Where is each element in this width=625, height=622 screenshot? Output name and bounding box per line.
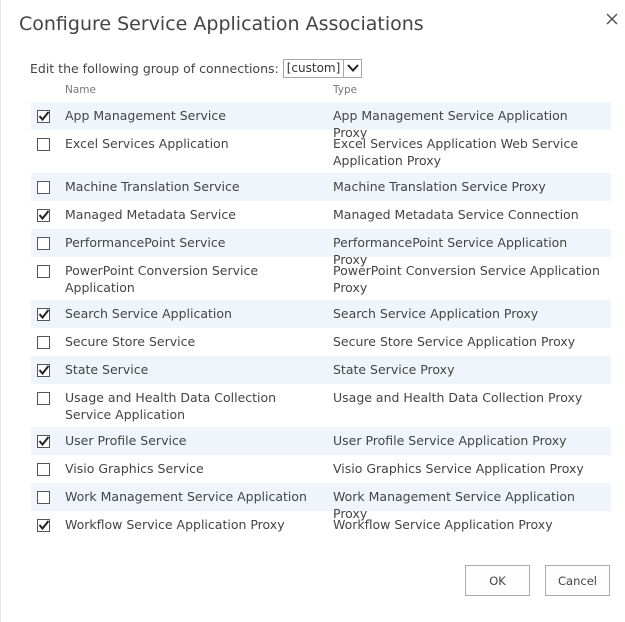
dialog-title: Configure Service Application Associatio… — [19, 13, 424, 35]
associations-list: App Management Service App Management Ser… — [31, 102, 611, 539]
association-name: Secure Store Service — [65, 334, 196, 349]
association-checkbox[interactable] — [37, 392, 50, 405]
checkmark-icon — [38, 309, 50, 320]
association-checkbox[interactable] — [37, 336, 50, 349]
association-name: Usage and Health Data Collection Service… — [65, 390, 277, 422]
association-name: Machine Translation Service — [65, 179, 240, 194]
association-checkbox[interactable] — [37, 138, 50, 151]
association-checkbox[interactable] — [37, 308, 50, 321]
association-row: PowerPoint Conversion Service Applicatio… — [31, 257, 611, 300]
association-checkbox[interactable] — [37, 463, 50, 476]
connection-group-select[interactable]: [custom] — [282, 58, 363, 78]
association-name: Work Management Service Application — [65, 489, 307, 504]
association-row: Workflow Service Application Proxy Workfl… — [31, 511, 611, 539]
association-name: User Profile Service — [65, 433, 187, 448]
association-type: State Service Proxy — [333, 362, 455, 377]
association-row: Search Service Application Search Service… — [31, 300, 611, 328]
association-name: PerformancePoint Service — [65, 235, 226, 250]
connection-group-row: Edit the following group of connections:… — [30, 57, 363, 79]
association-type: Machine Translation Service Proxy — [333, 179, 546, 194]
association-name: Excel Services Application — [65, 136, 229, 151]
association-type: PowerPoint Conversion Service Applicatio… — [333, 263, 600, 295]
checkmark-icon — [38, 111, 50, 122]
association-row: Secure Store Service Secure Store Service… — [31, 328, 611, 356]
association-name: Visio Graphics Service — [65, 461, 204, 476]
association-row: Work Management Service Application Work … — [31, 483, 611, 521]
association-row: Visio Graphics Service Visio Graphics Ser… — [31, 455, 611, 483]
close-icon[interactable] — [604, 11, 620, 27]
association-type: Workflow Service Application Proxy — [333, 517, 553, 532]
association-row: App Management Service App Management Ser… — [31, 102, 611, 140]
association-checkbox[interactable] — [37, 237, 50, 250]
ok-button[interactable]: OK — [465, 565, 530, 596]
association-checkbox[interactable] — [37, 209, 50, 222]
association-row: Managed Metadata Service Managed Metadata… — [31, 201, 611, 229]
checkmark-icon — [38, 520, 50, 531]
checkmark-icon — [38, 365, 50, 376]
association-type: Secure Store Service Application Proxy — [333, 334, 576, 349]
association-row: Excel Services Application Excel Services… — [31, 130, 611, 173]
association-type: Managed Metadata Service Connection — [333, 207, 579, 222]
connection-group-label: Edit the following group of connections: — [30, 60, 279, 76]
checkmark-icon — [38, 210, 50, 221]
association-row: State Service State Service Proxy — [31, 356, 611, 384]
association-name: App Management Service — [65, 108, 226, 123]
association-name: Search Service Application — [65, 306, 232, 321]
association-checkbox[interactable] — [37, 181, 50, 194]
association-name: Workflow Service Application Proxy — [65, 517, 285, 532]
association-type: Excel Services Application Web Service A… — [333, 136, 579, 168]
association-type: Usage and Health Data Collection Proxy — [333, 390, 583, 405]
association-checkbox[interactable] — [37, 491, 50, 504]
association-name: PowerPoint Conversion Service Applicatio… — [65, 263, 259, 295]
column-header-name: Name — [65, 84, 96, 96]
association-checkbox[interactable] — [37, 364, 50, 377]
cancel-button[interactable]: Cancel — [545, 565, 610, 596]
association-row: User Profile Service User Profile Service… — [31, 427, 611, 455]
association-checkbox[interactable] — [37, 265, 50, 278]
association-type: User Profile Service Application Proxy — [333, 433, 567, 448]
association-type: Visio Graphics Service Application Proxy — [333, 461, 584, 476]
chevron-down-icon[interactable] — [343, 59, 361, 77]
service-associations-dialog: Configure Service Application Associatio… — [0, 0, 625, 622]
column-header-type: Type — [333, 84, 358, 96]
association-checkbox[interactable] — [37, 519, 50, 532]
association-row: Machine Translation Service Machine Trans… — [31, 173, 611, 201]
association-checkbox[interactable] — [37, 110, 50, 123]
connection-group-value: [custom] — [286, 60, 341, 75]
association-name: Managed Metadata Service — [65, 207, 236, 222]
checkmark-icon — [38, 436, 50, 447]
association-type: Search Service Application Proxy — [333, 306, 539, 321]
association-checkbox[interactable] — [37, 435, 50, 448]
association-row: PerformancePoint Service PerformancePoint… — [31, 229, 611, 267]
association-name: State Service — [65, 362, 149, 377]
association-row: Usage and Health Data Collection Service… — [31, 384, 611, 427]
